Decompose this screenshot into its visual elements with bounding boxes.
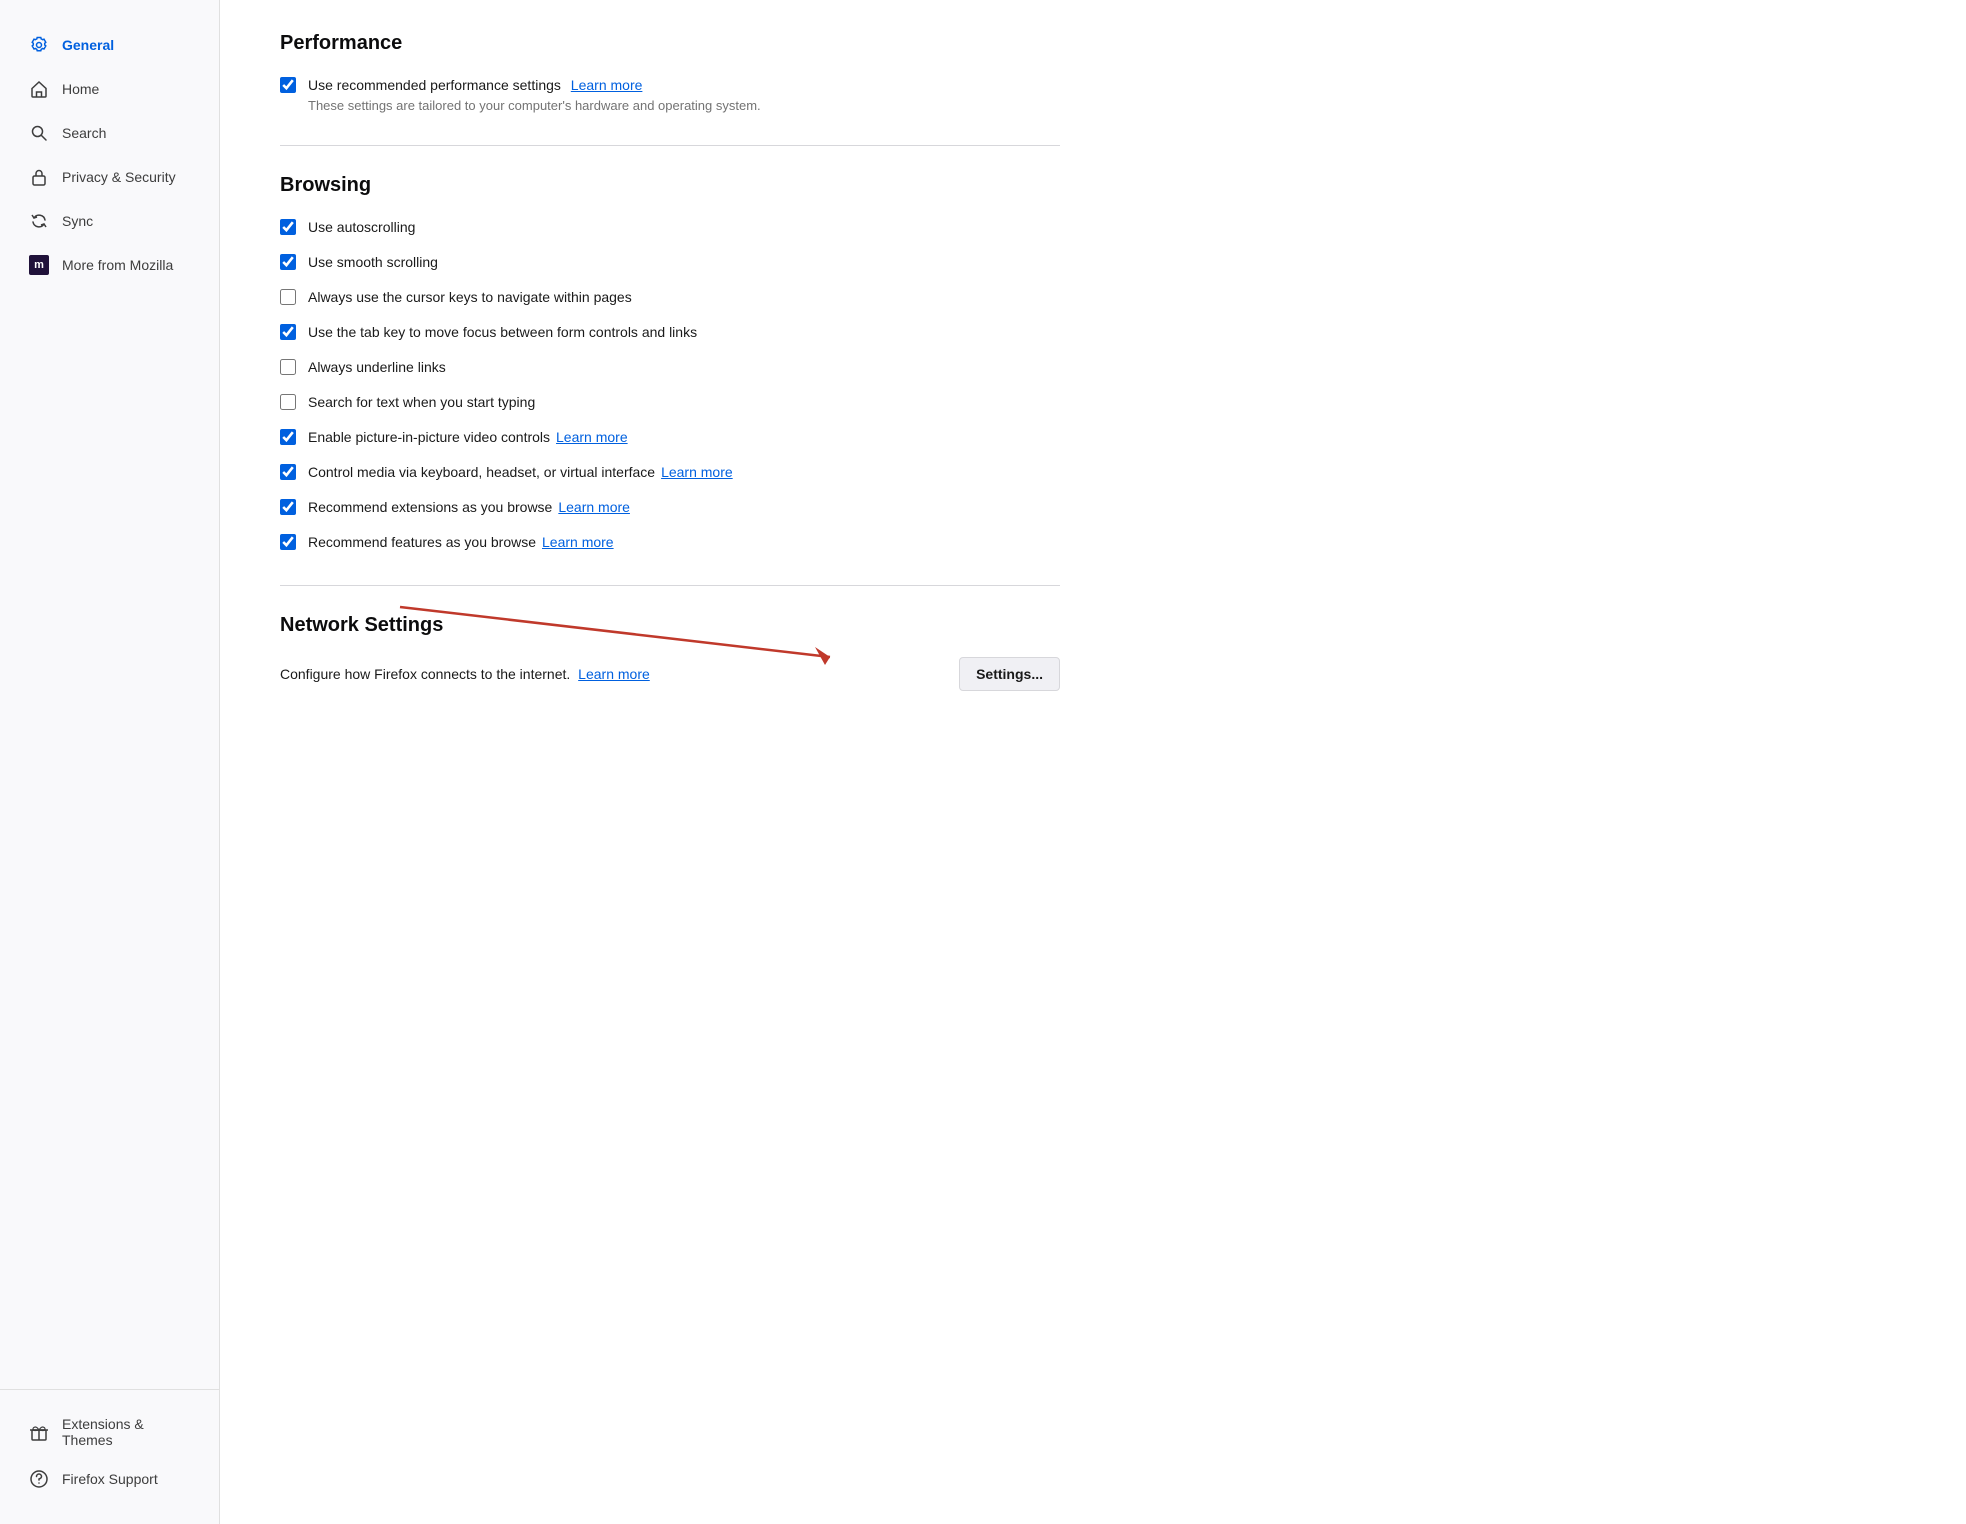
browsing-checkbox-search_typing[interactable]	[280, 394, 296, 410]
network-description: Configure how Firefox connects to the in…	[280, 666, 650, 682]
browsing-label-media_keys[interactable]: Control media via keyboard, headset, or …	[308, 462, 733, 483]
browsing-label-text-autoscroll: Use autoscrolling	[308, 219, 415, 235]
sidebar-item-label-extensions: Extensions & Themes	[62, 1416, 191, 1448]
performance-section: Performance Use recommended performance …	[280, 32, 1060, 113]
sidebar-item-extensions[interactable]: Extensions & Themes	[8, 1406, 211, 1458]
sidebar-item-home[interactable]: Home	[8, 68, 211, 110]
sidebar-item-label-sync: Sync	[62, 213, 93, 229]
sidebar-item-mozilla[interactable]: m More from Mozilla	[8, 244, 211, 286]
home-icon	[28, 78, 50, 100]
sidebar-item-label-privacy: Privacy & Security	[62, 169, 176, 185]
sidebar-item-label-mozilla: More from Mozilla	[62, 257, 173, 273]
browsing-option-row-underline: Always underline links	[280, 357, 1060, 378]
sidebar-item-search[interactable]: Search	[8, 112, 211, 154]
gift-icon	[28, 1421, 50, 1443]
browsing-option-row-recommend_ext: Recommend extensions as you browse Learn …	[280, 497, 1060, 518]
browsing-label-recommend_feat[interactable]: Recommend features as you browse Learn mo…	[308, 532, 614, 553]
sidebar-item-label-support: Firefox Support	[62, 1471, 158, 1487]
browsing-option-row-cursor_keys: Always use the cursor keys to navigate w…	[280, 287, 1060, 308]
browsing-label-search_typing[interactable]: Search for text when you start typing	[308, 392, 535, 413]
browsing-section: Browsing Use autoscrolling Use smooth scr…	[280, 174, 1060, 553]
sidebar-item-sync[interactable]: Sync	[8, 200, 211, 242]
browsing-checkbox-recommend_ext[interactable]	[280, 499, 296, 515]
browsing-label-text-smooth_scroll: Use smooth scrolling	[308, 254, 438, 270]
browsing-option-row-smooth_scroll: Use smooth scrolling	[280, 252, 1060, 273]
browsing-label-text-cursor_keys: Always use the cursor keys to navigate w…	[308, 289, 632, 305]
browsing-learn-more-recommend_feat[interactable]: Learn more	[542, 534, 614, 550]
browsing-label-autoscroll[interactable]: Use autoscrolling	[308, 217, 415, 238]
browsing-label-text-recommend_ext: Recommend extensions as you browse	[308, 499, 552, 515]
performance-learn-more-link[interactable]: Learn more	[571, 77, 643, 93]
browsing-checkbox-underline[interactable]	[280, 359, 296, 375]
browsing-checkbox-autoscroll[interactable]	[280, 219, 296, 235]
browsing-checkbox-cursor_keys[interactable]	[280, 289, 296, 305]
browsing-label-tab_key[interactable]: Use the tab key to move focus between fo…	[308, 322, 697, 343]
browsing-learn-more-media_keys[interactable]: Learn more	[661, 464, 733, 480]
sidebar-item-general[interactable]: General	[8, 24, 211, 66]
browsing-label-text-underline: Always underline links	[308, 359, 446, 375]
recommended-settings-label[interactable]: Use recommended performance settings Lea…	[308, 77, 642, 93]
browsing-options-list: Use autoscrolling Use smooth scrolling Alw…	[280, 217, 1060, 553]
network-learn-more-link[interactable]: Learn more	[578, 666, 650, 682]
browsing-option-row-recommend_feat: Recommend features as you browse Learn mo…	[280, 532, 1060, 553]
mozilla-icon: m	[28, 254, 50, 276]
sidebar-item-label-home: Home	[62, 81, 99, 97]
recommended-settings-row: Use recommended performance settings Lea…	[280, 75, 1060, 113]
browsing-option-row-search_typing: Search for text when you start typing	[280, 392, 1060, 413]
network-description-text: Configure how Firefox connects to the in…	[280, 666, 570, 682]
sync-icon	[28, 210, 50, 232]
browsing-checkbox-smooth_scroll[interactable]	[280, 254, 296, 270]
browsing-label-pip[interactable]: Enable picture-in-picture video controls…	[308, 427, 628, 448]
divider-browsing-network	[280, 585, 1060, 586]
browsing-option-row-autoscroll: Use autoscrolling	[280, 217, 1060, 238]
browsing-label-text-recommend_feat: Recommend features as you browse	[308, 534, 536, 550]
help-icon	[28, 1468, 50, 1490]
browsing-label-text-media_keys: Control media via keyboard, headset, or …	[308, 464, 655, 480]
recommended-label-text: Use recommended performance settings	[308, 77, 561, 93]
network-settings-row-container: Configure how Firefox connects to the in…	[280, 657, 1060, 691]
browsing-checkbox-pip[interactable]	[280, 429, 296, 445]
browsing-label-text-search_typing: Search for text when you start typing	[308, 394, 535, 410]
lock-icon	[28, 166, 50, 188]
performance-title: Performance	[280, 32, 1060, 55]
browsing-learn-more-pip[interactable]: Learn more	[556, 429, 628, 445]
browsing-checkbox-recommend_feat[interactable]	[280, 534, 296, 550]
browsing-option-row-tab_key: Use the tab key to move focus between fo…	[280, 322, 1060, 343]
sidebar: General Home Search Privacy & Se	[0, 0, 220, 1524]
browsing-label-text-pip: Enable picture-in-picture video controls	[308, 429, 550, 445]
search-icon	[28, 122, 50, 144]
browsing-label-text-tab_key: Use the tab key to move focus between fo…	[308, 324, 697, 340]
sidebar-item-privacy[interactable]: Privacy & Security	[8, 156, 211, 198]
network-row: Configure how Firefox connects to the in…	[280, 657, 1060, 691]
main-content: Performance Use recommended performance …	[220, 0, 1120, 1524]
recommended-settings-sublabel: These settings are tailored to your comp…	[308, 98, 761, 113]
network-section: Network Settings Configure how Firefox c…	[280, 614, 1060, 691]
sidebar-item-label-general: General	[62, 37, 114, 53]
network-title: Network Settings	[280, 614, 1060, 637]
browsing-checkbox-media_keys[interactable]	[280, 464, 296, 480]
browsing-option-row-pip: Enable picture-in-picture video controls…	[280, 427, 1060, 448]
network-settings-button[interactable]: Settings...	[959, 657, 1060, 691]
browsing-label-smooth_scroll[interactable]: Use smooth scrolling	[308, 252, 438, 273]
browsing-label-recommend_ext[interactable]: Recommend extensions as you browse Learn …	[308, 497, 630, 518]
browsing-title: Browsing	[280, 174, 1060, 197]
gear-icon	[28, 34, 50, 56]
browsing-checkbox-tab_key[interactable]	[280, 324, 296, 340]
recommended-settings-checkbox[interactable]	[280, 77, 296, 93]
sidebar-item-label-search: Search	[62, 125, 106, 141]
browsing-label-underline[interactable]: Always underline links	[308, 357, 446, 378]
sidebar-item-support[interactable]: Firefox Support	[8, 1458, 211, 1500]
divider-performance-browsing	[280, 145, 1060, 146]
browsing-label-cursor_keys[interactable]: Always use the cursor keys to navigate w…	[308, 287, 632, 308]
browsing-option-row-media_keys: Control media via keyboard, headset, or …	[280, 462, 1060, 483]
sidebar-bottom: Extensions & Themes Firefox Support	[0, 1389, 219, 1500]
browsing-learn-more-recommend_ext[interactable]: Learn more	[558, 499, 630, 515]
